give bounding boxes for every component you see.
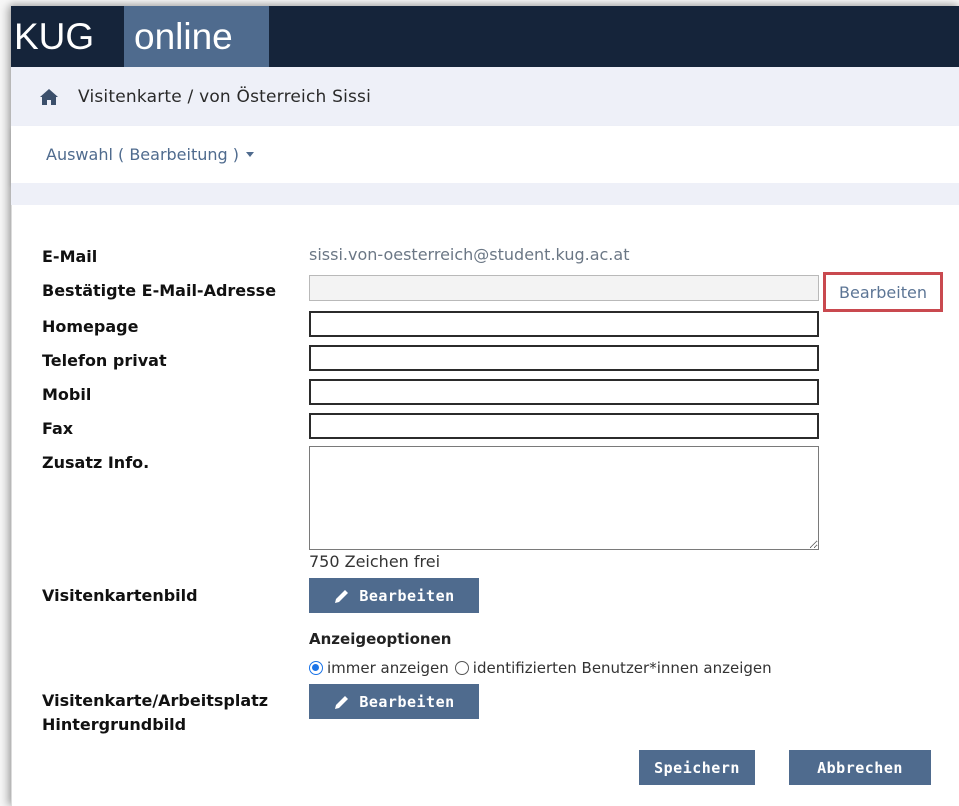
fax-input[interactable]	[309, 413, 819, 439]
section-gap	[11, 183, 959, 205]
mobile-label: Mobil	[42, 385, 92, 404]
card-image-label: Visitenkartenbild	[42, 586, 198, 605]
edit-background-label: Bearbeiten	[359, 692, 455, 711]
breadcrumb-text: Visitenkarte / von Österreich Sissi	[78, 86, 372, 107]
selection-dropdown[interactable]: Auswahl ( Bearbeitung )	[46, 145, 254, 164]
pencil-icon	[335, 589, 349, 603]
homepage-label: Homepage	[42, 317, 139, 336]
confirmed-email-field	[309, 275, 819, 301]
logo-online[interactable]: online	[124, 6, 269, 67]
email-value: sissi.von-oesterreich@student.kug.ac.at	[309, 245, 630, 264]
radio-always-show[interactable]	[309, 661, 323, 675]
display-options-title: Anzeigeoptionen	[309, 630, 452, 648]
additional-info-label: Zusatz Info.	[42, 453, 150, 472]
additional-info-textarea[interactable]	[309, 446, 819, 550]
edit-card-image-label: Bearbeiten	[359, 586, 455, 605]
phone-private-input[interactable]	[309, 345, 819, 371]
homepage-input[interactable]	[309, 311, 819, 337]
pencil-icon	[335, 695, 349, 709]
edit-confirmed-email-link[interactable]: Bearbeiten	[823, 272, 943, 312]
save-button[interactable]: Speichern	[639, 750, 755, 785]
display-options-radios: immer anzeigen identifizierten Benutzer*…	[309, 659, 772, 677]
top-bar: KUG online	[11, 6, 959, 67]
phone-private-label: Telefon privat	[42, 351, 167, 370]
caret-down-icon	[246, 152, 254, 157]
mobile-input[interactable]	[309, 379, 819, 405]
radio-identified-users-label: identifizierten Benutzer*innen anzeigen	[472, 659, 772, 677]
background-image-label: Visitenkarte/Arbeitsplatz Hintergrundbil…	[42, 691, 269, 734]
selection-dropdown-label: Auswahl ( Bearbeitung )	[46, 145, 239, 164]
home-icon[interactable]	[38, 86, 60, 108]
email-label: E-Mail	[42, 247, 98, 266]
logo-kug[interactable]: KUG	[11, 6, 124, 67]
cancel-button[interactable]: Abbrechen	[789, 750, 931, 785]
radio-always-show-label: immer anzeigen	[327, 659, 449, 677]
radio-identified-users[interactable]	[454, 661, 469, 675]
sub-navigation: Auswahl ( Bearbeitung )	[11, 126, 959, 183]
edit-card-image-button[interactable]: Bearbeiten	[309, 578, 479, 613]
app-window: KUG online Visitenkarte / von Österreich…	[11, 6, 959, 806]
confirmed-email-label: Bestätigte E-Mail-Adresse	[42, 281, 277, 300]
breadcrumb: Visitenkarte / von Österreich Sissi	[11, 67, 959, 126]
form-panel: E-Mail sissi.von-oesterreich@student.kug…	[11, 205, 959, 806]
chars-remaining: 750 Zeichen frei	[309, 552, 441, 571]
fax-label: Fax	[42, 419, 74, 438]
edit-background-button[interactable]: Bearbeiten	[309, 684, 479, 719]
